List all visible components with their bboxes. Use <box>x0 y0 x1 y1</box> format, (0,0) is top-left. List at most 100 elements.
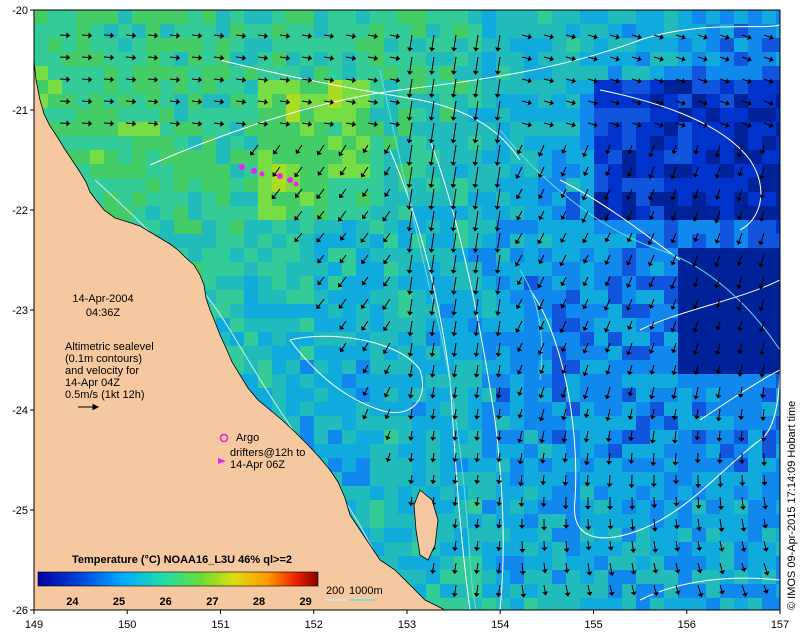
sst-cell <box>356 66 370 80</box>
sst-cell <box>678 556 692 570</box>
sst-cell <box>678 262 692 276</box>
sst-cell <box>566 486 580 500</box>
sst-cell <box>678 178 692 192</box>
sst-cell <box>384 178 398 192</box>
sst-cell <box>454 402 468 416</box>
sst-cell <box>300 10 314 24</box>
velocity-arrow <box>103 78 112 81</box>
sst-cell <box>412 304 426 318</box>
sst-cell <box>370 458 384 472</box>
sst-cell <box>146 66 160 80</box>
sst-cell <box>440 276 454 290</box>
sst-cell <box>762 206 776 220</box>
sst-cell <box>468 346 482 360</box>
sst-cell <box>622 542 636 556</box>
sst-cell <box>160 136 174 150</box>
sst-cell <box>650 556 664 570</box>
sst-cell <box>76 150 90 164</box>
sst-cell <box>272 234 286 248</box>
drifter-point <box>239 164 245 170</box>
sst-cell <box>692 584 706 598</box>
sst-cell <box>748 514 762 528</box>
sst-cell <box>328 220 342 234</box>
sst-cell <box>370 360 384 374</box>
sst-cell <box>678 220 692 234</box>
sst-cell <box>328 206 342 220</box>
sst-cell <box>244 318 258 332</box>
sst-cell <box>202 52 216 66</box>
sst-cell <box>776 262 780 276</box>
sst-cell <box>76 136 90 150</box>
velocity-arrow <box>147 100 156 103</box>
sst-cell <box>706 332 720 346</box>
sst-cell <box>412 24 426 38</box>
sst-cell <box>258 234 272 248</box>
sst-cell <box>706 24 720 38</box>
sst-cell <box>482 192 496 206</box>
sst-cell <box>580 318 594 332</box>
sst-cell <box>706 178 720 192</box>
sst-cell <box>398 10 412 24</box>
sst-cell <box>202 206 216 220</box>
sst-cell <box>538 444 552 458</box>
sst-cell <box>230 290 244 304</box>
sst-cell <box>244 346 258 360</box>
sst-cell <box>580 10 594 24</box>
sst-cell <box>678 290 692 304</box>
sst-cell <box>258 178 272 192</box>
sst-cell <box>468 192 482 206</box>
sst-cell <box>216 136 230 150</box>
sst-cell <box>272 52 286 66</box>
sst-cell <box>762 528 776 542</box>
velocity-arrow <box>125 122 134 125</box>
sst-cell <box>594 164 608 178</box>
sst-cell <box>734 220 748 234</box>
sst-cell <box>664 52 678 66</box>
sst-cell <box>608 374 622 388</box>
sst-cell <box>454 94 468 108</box>
sst-cell <box>776 150 780 164</box>
sst-cell <box>300 276 314 290</box>
altimetric-line-4: 14-Apr 04Z <box>65 377 120 389</box>
sst-cell <box>650 332 664 346</box>
sst-cell <box>258 346 272 360</box>
sst-cell <box>622 472 636 486</box>
sst-cell <box>566 220 580 234</box>
sst-cell <box>440 486 454 500</box>
argo-label: Argo <box>236 432 259 444</box>
sst-cell <box>272 304 286 318</box>
sst-cell <box>468 486 482 500</box>
x-tick-label: 155 <box>584 619 602 631</box>
sst-cell <box>552 10 566 24</box>
sst-cell <box>90 164 104 178</box>
sst-cell <box>230 178 244 192</box>
sst-cell <box>692 234 706 248</box>
sst-cell <box>440 136 454 150</box>
sst-cell <box>622 52 636 66</box>
sst-cell <box>580 80 594 94</box>
sst-cell <box>174 108 188 122</box>
sst-cell <box>482 80 496 94</box>
sst-cell <box>636 374 650 388</box>
sst-cell <box>370 500 384 514</box>
x-axis: 149 150 151 152 153 154 155 156 157 <box>25 610 789 631</box>
sst-cell <box>300 52 314 66</box>
sst-cell <box>76 52 90 66</box>
sst-cell <box>356 500 370 514</box>
sst-cell <box>272 290 286 304</box>
sst-cell <box>300 164 314 178</box>
sst-cell <box>650 220 664 234</box>
sst-cell <box>160 80 174 94</box>
sst-cell <box>146 38 160 52</box>
sst-cell <box>440 570 454 584</box>
sst-cell <box>202 164 216 178</box>
sst-cell <box>118 80 132 94</box>
sst-cell <box>412 164 426 178</box>
sst-cell <box>720 388 734 402</box>
sst-cell <box>580 248 594 262</box>
sst-cell <box>202 66 216 80</box>
sst-cell <box>594 402 608 416</box>
sst-cell <box>384 374 398 388</box>
sst-cell <box>286 136 300 150</box>
sst-cell <box>328 66 342 80</box>
